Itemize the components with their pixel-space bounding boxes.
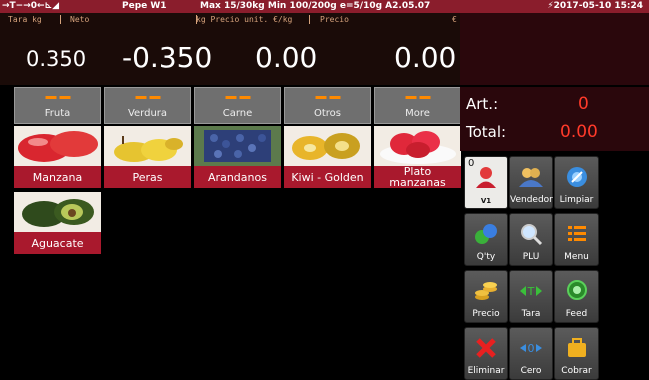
- button-label: Tara: [521, 309, 541, 319]
- product-name: Plato manzanas: [374, 166, 461, 188]
- vendor-v1-button[interactable]: 0 V1: [464, 156, 508, 209]
- vendedor-button[interactable]: Vendedor: [509, 156, 553, 209]
- category-fruta[interactable]: Fruta: [14, 87, 101, 124]
- avocados-icon: [14, 192, 101, 232]
- net-weight-value: -0.350: [122, 41, 213, 74]
- apple-plate-icon: [374, 126, 461, 166]
- users-icon: [519, 168, 543, 187]
- unit-price-value: 0.00: [255, 41, 318, 74]
- datetime-value: 2017-05-10 15:24: [553, 1, 643, 11]
- euro-label: €: [452, 15, 457, 24]
- button-label: PLU: [522, 252, 540, 262]
- eliminar-button[interactable]: Eliminar: [464, 327, 508, 380]
- category-label: Carne: [222, 108, 253, 119]
- menu-icon: [567, 226, 586, 241]
- plu-peras[interactable]: Peras: [104, 126, 191, 188]
- category-carne[interactable]: Carne: [194, 87, 281, 124]
- price-value: 0.00: [394, 41, 457, 74]
- product-name: Arandanos: [194, 166, 281, 188]
- checkout-icon: [567, 338, 586, 357]
- user-icon: [476, 167, 496, 188]
- button-label: Precio: [472, 309, 500, 319]
- tara-value: 0.350: [26, 47, 87, 71]
- plu-arandanos[interactable]: Arandanos: [194, 126, 281, 188]
- plu-manzana[interactable]: Manzana: [14, 126, 101, 188]
- category-more[interactable]: More: [374, 87, 461, 124]
- category-label: Otros: [313, 108, 341, 119]
- weight-display: Tara kg Neto kg Precio unit. €/kg Precio…: [0, 13, 460, 85]
- plu-search-button[interactable]: PLU: [509, 213, 553, 266]
- quantity-button[interactable]: Q'ty: [464, 213, 508, 266]
- button-label: V1: [480, 197, 492, 205]
- plu-aguacate[interactable]: Aguacate: [14, 192, 101, 254]
- price-label: Precio: [320, 15, 349, 24]
- total-panel: Total: 0.00: [460, 115, 649, 151]
- zero-icon: 0: [520, 342, 542, 355]
- menu-button[interactable]: Menu: [554, 213, 599, 266]
- limpiar-button[interactable]: Limpiar: [554, 156, 599, 209]
- clear-icon: [566, 167, 587, 187]
- right-display-panel: [460, 13, 649, 85]
- precio-button[interactable]: Precio: [464, 270, 508, 323]
- svg-text:0: 0: [528, 342, 535, 355]
- feed-icon: [566, 280, 587, 300]
- button-label: Eliminar: [467, 366, 505, 376]
- button-label: Vendedor: [510, 195, 553, 205]
- product-name: Peras: [104, 166, 191, 188]
- category-label: Verdura: [127, 108, 168, 119]
- plu-plato-manzanas[interactable]: Plato manzanas: [374, 126, 461, 188]
- category-otros[interactable]: Otros: [284, 87, 371, 124]
- pears-icon: [104, 126, 191, 166]
- plu-kiwi-golden[interactable]: Kiwi - Golden: [284, 126, 371, 188]
- button-label: Q'ty: [476, 252, 496, 262]
- cobrar-button[interactable]: Cobrar: [554, 327, 599, 380]
- feed-button[interactable]: Feed: [554, 270, 599, 323]
- neto-label: Neto: [70, 15, 90, 24]
- button-label: Cero: [520, 366, 542, 376]
- tara-label: Tara kg: [8, 15, 42, 24]
- total-label: Total:: [466, 123, 507, 141]
- category-label: Fruta: [44, 108, 71, 119]
- category-label: More: [405, 108, 430, 119]
- svg-text:T: T: [527, 285, 535, 298]
- tara-button[interactable]: T Tara: [509, 270, 553, 323]
- tare-icon: T: [520, 285, 542, 298]
- datetime-text: ⚡2017-05-10 15:24: [547, 0, 643, 13]
- product-name: Aguacate: [14, 232, 101, 254]
- button-label: Cobrar: [561, 366, 592, 376]
- article-count-value: 0: [578, 94, 589, 114]
- total-value: 0.00: [560, 122, 598, 142]
- quantity-icon: [475, 224, 497, 244]
- category-verdura[interactable]: Verdura: [104, 87, 191, 124]
- operator-label: Pepe W1: [122, 1, 167, 11]
- scale-limits-text: Max 15/30kg Min 100/200g e=5/10g A2.05.0…: [200, 1, 431, 11]
- unit-price-label: kg Precio unit. €/kg: [196, 15, 293, 24]
- button-label: Limpiar: [559, 195, 594, 205]
- scale-status-icons: →T−→0←⊾◢: [2, 1, 60, 11]
- delete-icon: [476, 338, 496, 358]
- blueberries-icon: [194, 126, 281, 166]
- article-count-label: Art.:: [466, 95, 499, 113]
- golden-kiwi-icon: [284, 126, 371, 166]
- apples-icon: [14, 126, 101, 166]
- button-label: Feed: [565, 309, 588, 319]
- cero-button[interactable]: 0 Cero: [509, 327, 553, 380]
- product-name: Kiwi - Golden: [284, 166, 371, 188]
- coins-icon: [475, 282, 497, 300]
- button-label: Menu: [564, 252, 589, 262]
- product-name: Manzana: [14, 166, 101, 188]
- search-icon: [521, 224, 543, 246]
- status-bar: →T−→0←⊾◢ Pepe W1 Max 15/30kg Min 100/200…: [0, 0, 649, 13]
